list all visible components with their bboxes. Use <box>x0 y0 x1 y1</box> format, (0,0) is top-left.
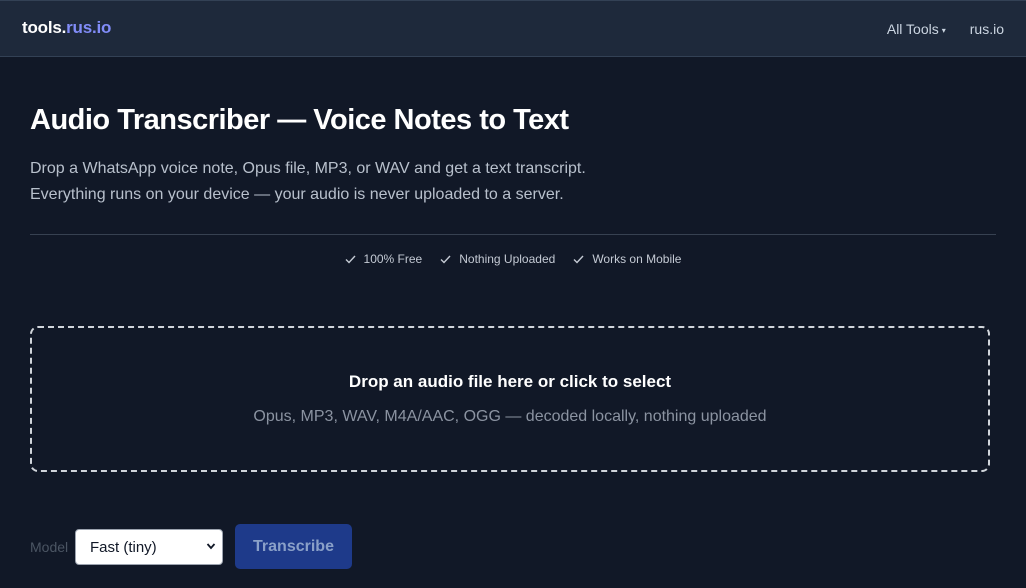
dropzone-title: Drop an audio file here or click to sele… <box>348 372 672 391</box>
check-icon <box>440 255 451 264</box>
nav-all-tools-label: All Tools <box>886 21 939 37</box>
model-select[interactable]: Fast (tiny) <box>75 529 223 565</box>
description-line-1: Drop a WhatsApp voice note, Opus file, M… <box>30 160 586 177</box>
model-select-value: Fast (tiny) <box>90 538 157 556</box>
badge-nothing-uploaded: Nothing Uploaded <box>440 252 555 266</box>
caret-down-icon: ▾ <box>941 25 946 35</box>
chevron-down-icon <box>206 543 216 550</box>
divider <box>30 234 996 235</box>
top-nav: All Tools ▾ rus.io <box>887 21 1004 37</box>
nav-rus-io[interactable]: rus.io <box>970 21 1004 37</box>
model-label: Model <box>30 539 69 555</box>
badge-label: 100% Free <box>363 252 423 266</box>
nav-all-tools[interactable]: All Tools ▾ <box>887 21 946 37</box>
brand-accent: rus.io <box>66 18 112 37</box>
audio-dropzone[interactable]: Drop an audio file here or click to sele… <box>30 326 990 472</box>
page-description: Drop a WhatsApp voice note, Opus file, M… <box>30 156 586 208</box>
badge-label: Nothing Uploaded <box>459 252 556 266</box>
brand-prefix: tools. <box>22 18 67 37</box>
check-icon <box>345 255 356 264</box>
dropzone-subtitle: Opus, MP3, WAV, M4A/AAC, OGG — decoded l… <box>253 408 767 425</box>
page-title: Audio Transcriber — Voice Notes to Text <box>30 104 569 136</box>
transcribe-button[interactable]: Transcribe <box>235 524 352 569</box>
badge-free: 100% Free <box>345 252 423 266</box>
check-icon <box>573 255 584 264</box>
description-line-2: Everything runs on your device — your au… <box>30 186 564 203</box>
brand-logo-link[interactable]: tools.rus.io <box>22 18 111 38</box>
top-navbar: tools.rus.io All Tools ▾ rus.io <box>0 0 1026 57</box>
feature-badges: 100% Free Nothing Uploaded Works on Mobi… <box>0 252 1026 266</box>
badge-label: Works on Mobile <box>592 252 682 266</box>
badge-works-on-mobile: Works on Mobile <box>573 252 681 266</box>
